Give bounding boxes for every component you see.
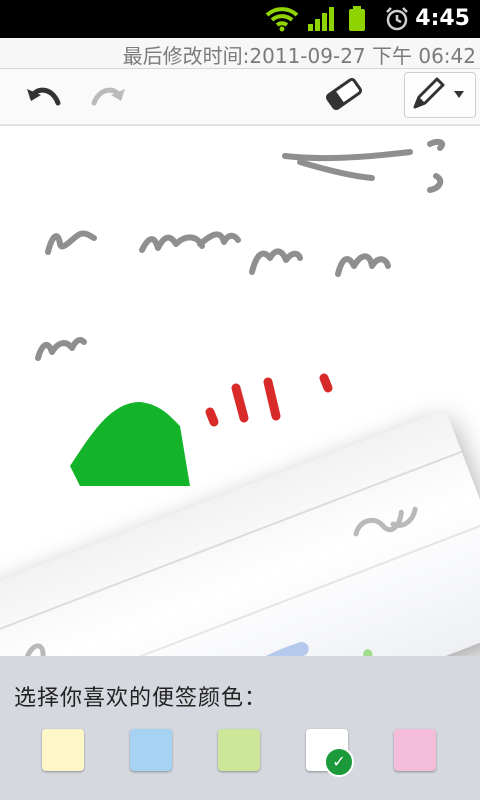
color-swatch-green[interactable] [218,729,260,771]
undo-button[interactable] [22,77,66,117]
color-swatch-yellow[interactable] [42,729,84,771]
eraser-button[interactable] [322,74,366,114]
redo-icon [91,87,125,106]
wifi-icon [265,6,299,32]
alarm-icon [384,6,410,32]
last-modified-text: 最后修改时间:2011-09-27 下午 06:42 [122,44,476,68]
signal-icon [307,6,335,32]
pen-selector-button[interactable] [404,72,476,118]
color-swatch-pink[interactable] [394,729,436,771]
color-picker-label: 选择你喜欢的便签颜色： [14,686,268,711]
note-timestamp-bar: 最后修改时间:2011-09-27 下午 06:42 [0,38,480,69]
redo-button[interactable] [86,77,130,117]
battery-icon [348,6,366,32]
color-swatch-white[interactable]: ✓ [306,729,354,777]
status-bar: 4:45 [0,0,480,38]
toolbar [0,69,480,126]
undo-icon [27,87,61,106]
eraser-icon [325,77,363,111]
color-picker-panel: 选择你喜欢的便签颜色： ✓ [0,656,480,800]
selected-check-icon: ✓ [324,747,354,777]
status-time: 4:45 [415,6,470,31]
drawing-canvas[interactable] [0,126,480,656]
color-swatch-blue[interactable] [130,729,172,771]
caret-down-icon [454,91,464,98]
pen-icon [413,77,445,109]
